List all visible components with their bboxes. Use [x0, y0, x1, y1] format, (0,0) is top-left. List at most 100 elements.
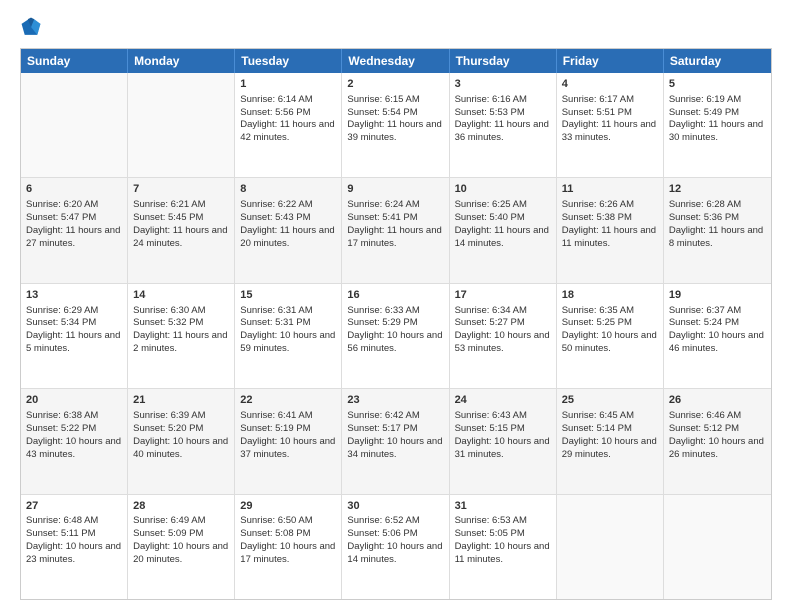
- daylight-text: Daylight: 11 hours and 30 minutes.: [669, 119, 766, 145]
- empty-cell: [21, 73, 128, 177]
- daylight-text: Daylight: 11 hours and 14 minutes.: [455, 225, 551, 251]
- sunset-text: Sunset: 5:15 PM: [455, 423, 551, 436]
- day-cell-2: 2Sunrise: 6:15 AMSunset: 5:54 PMDaylight…: [342, 73, 449, 177]
- daylight-text: Daylight: 11 hours and 39 minutes.: [347, 119, 443, 145]
- sunset-text: Sunset: 5:11 PM: [26, 528, 122, 541]
- daylight-text: Daylight: 10 hours and 37 minutes.: [240, 436, 336, 462]
- sunrise-text: Sunrise: 6:29 AM: [26, 305, 122, 318]
- empty-cell: [128, 73, 235, 177]
- sunrise-text: Sunrise: 6:35 AM: [562, 305, 658, 318]
- daylight-text: Daylight: 10 hours and 46 minutes.: [669, 330, 766, 356]
- sunset-text: Sunset: 5:09 PM: [133, 528, 229, 541]
- daylight-text: Daylight: 11 hours and 17 minutes.: [347, 225, 443, 251]
- day-number: 9: [347, 182, 443, 197]
- sunrise-text: Sunrise: 6:22 AM: [240, 199, 336, 212]
- sunset-text: Sunset: 5:45 PM: [133, 212, 229, 225]
- day-number: 29: [240, 499, 336, 514]
- day-cell-17: 17Sunrise: 6:34 AMSunset: 5:27 PMDayligh…: [450, 284, 557, 388]
- empty-cell: [664, 495, 771, 599]
- day-header-thursday: Thursday: [450, 49, 557, 73]
- sunrise-text: Sunrise: 6:31 AM: [240, 305, 336, 318]
- calendar-row-3: 20Sunrise: 6:38 AMSunset: 5:22 PMDayligh…: [21, 389, 771, 494]
- sunrise-text: Sunrise: 6:41 AM: [240, 410, 336, 423]
- day-header-wednesday: Wednesday: [342, 49, 449, 73]
- daylight-text: Daylight: 10 hours and 29 minutes.: [562, 436, 658, 462]
- daylight-text: Daylight: 10 hours and 20 minutes.: [133, 541, 229, 567]
- logo-icon: [20, 16, 42, 38]
- day-cell-3: 3Sunrise: 6:16 AMSunset: 5:53 PMDaylight…: [450, 73, 557, 177]
- day-cell-4: 4Sunrise: 6:17 AMSunset: 5:51 PMDaylight…: [557, 73, 664, 177]
- sunset-text: Sunset: 5:27 PM: [455, 317, 551, 330]
- day-number: 11: [562, 182, 658, 197]
- day-cell-28: 28Sunrise: 6:49 AMSunset: 5:09 PMDayligh…: [128, 495, 235, 599]
- sunset-text: Sunset: 5:05 PM: [455, 528, 551, 541]
- sunset-text: Sunset: 5:38 PM: [562, 212, 658, 225]
- day-number: 25: [562, 393, 658, 408]
- daylight-text: Daylight: 10 hours and 26 minutes.: [669, 436, 766, 462]
- daylight-text: Daylight: 11 hours and 33 minutes.: [562, 119, 658, 145]
- sunset-text: Sunset: 5:34 PM: [26, 317, 122, 330]
- sunset-text: Sunset: 5:19 PM: [240, 423, 336, 436]
- calendar-row-4: 27Sunrise: 6:48 AMSunset: 5:11 PMDayligh…: [21, 495, 771, 599]
- day-number: 12: [669, 182, 766, 197]
- sunrise-text: Sunrise: 6:53 AM: [455, 515, 551, 528]
- daylight-text: Daylight: 10 hours and 53 minutes.: [455, 330, 551, 356]
- day-cell-11: 11Sunrise: 6:26 AMSunset: 5:38 PMDayligh…: [557, 178, 664, 282]
- sunset-text: Sunset: 5:25 PM: [562, 317, 658, 330]
- day-number: 3: [455, 77, 551, 92]
- daylight-text: Daylight: 10 hours and 56 minutes.: [347, 330, 443, 356]
- sunrise-text: Sunrise: 6:49 AM: [133, 515, 229, 528]
- sunrise-text: Sunrise: 6:20 AM: [26, 199, 122, 212]
- header: [20, 16, 772, 38]
- sunrise-text: Sunrise: 6:46 AM: [669, 410, 766, 423]
- sunset-text: Sunset: 5:56 PM: [240, 107, 336, 120]
- day-number: 31: [455, 499, 551, 514]
- sunset-text: Sunset: 5:53 PM: [455, 107, 551, 120]
- sunrise-text: Sunrise: 6:21 AM: [133, 199, 229, 212]
- day-header-saturday: Saturday: [664, 49, 771, 73]
- sunrise-text: Sunrise: 6:15 AM: [347, 94, 443, 107]
- day-cell-8: 8Sunrise: 6:22 AMSunset: 5:43 PMDaylight…: [235, 178, 342, 282]
- sunset-text: Sunset: 5:43 PM: [240, 212, 336, 225]
- day-cell-26: 26Sunrise: 6:46 AMSunset: 5:12 PMDayligh…: [664, 389, 771, 493]
- sunset-text: Sunset: 5:12 PM: [669, 423, 766, 436]
- daylight-text: Daylight: 10 hours and 14 minutes.: [347, 541, 443, 567]
- calendar: SundayMondayTuesdayWednesdayThursdayFrid…: [20, 48, 772, 600]
- day-number: 22: [240, 393, 336, 408]
- day-cell-22: 22 Sunrise: 6:41 AMSunset: 5:19 PMDayligh…: [235, 389, 342, 493]
- sunset-text: Sunset: 5:36 PM: [669, 212, 766, 225]
- day-number: 6: [26, 182, 122, 197]
- sunrise-text: Sunrise: 6:19 AM: [669, 94, 766, 107]
- day-number: 14: [133, 288, 229, 303]
- sunrise-text: Sunrise: 6:37 AM: [669, 305, 766, 318]
- sunset-text: Sunset: 5:41 PM: [347, 212, 443, 225]
- day-number: 15: [240, 288, 336, 303]
- sunset-text: Sunset: 5:22 PM: [26, 423, 122, 436]
- calendar-row-1: 6Sunrise: 6:20 AMSunset: 5:47 PMDaylight…: [21, 178, 771, 283]
- sunrise-text: Sunrise: 6:24 AM: [347, 199, 443, 212]
- day-header-sunday: Sunday: [21, 49, 128, 73]
- sunrise-text: Sunrise: 6:38 AM: [26, 410, 122, 423]
- day-cell-13: 13Sunrise: 6:29 AMSunset: 5:34 PMDayligh…: [21, 284, 128, 388]
- day-number: 5: [669, 77, 766, 92]
- daylight-text: Daylight: 10 hours and 17 minutes.: [240, 541, 336, 567]
- day-cell-10: 10 Sunrise: 6:25 AMSunset: 5:40 PMDayligh…: [450, 178, 557, 282]
- daylight-text: Daylight: 11 hours and 36 minutes.: [455, 119, 551, 145]
- daylight-text: Daylight: 10 hours and 40 minutes.: [133, 436, 229, 462]
- day-number: 30: [347, 499, 443, 514]
- day-cell-27: 27Sunrise: 6:48 AMSunset: 5:11 PMDayligh…: [21, 495, 128, 599]
- daylight-text: Daylight: 11 hours and 8 minutes.: [669, 225, 766, 251]
- day-header-friday: Friday: [557, 49, 664, 73]
- sunrise-text: Sunrise: 6:28 AM: [669, 199, 766, 212]
- sunrise-text: Sunrise: 6:43 AM: [455, 410, 551, 423]
- sunset-text: Sunset: 5:40 PM: [455, 212, 551, 225]
- sunrise-text: Sunrise: 6:26 AM: [562, 199, 658, 212]
- day-number: 16: [347, 288, 443, 303]
- daylight-text: Daylight: 11 hours and 27 minutes.: [26, 225, 122, 251]
- day-cell-20: 20Sunrise: 6:38 AMSunset: 5:22 PMDayligh…: [21, 389, 128, 493]
- day-number: 17: [455, 288, 551, 303]
- day-number: 19: [669, 288, 766, 303]
- sunrise-text: Sunrise: 6:25 AM: [455, 199, 551, 212]
- day-number: 10: [455, 182, 551, 197]
- day-cell-31: 31Sunrise: 6:53 AMSunset: 5:05 PMDayligh…: [450, 495, 557, 599]
